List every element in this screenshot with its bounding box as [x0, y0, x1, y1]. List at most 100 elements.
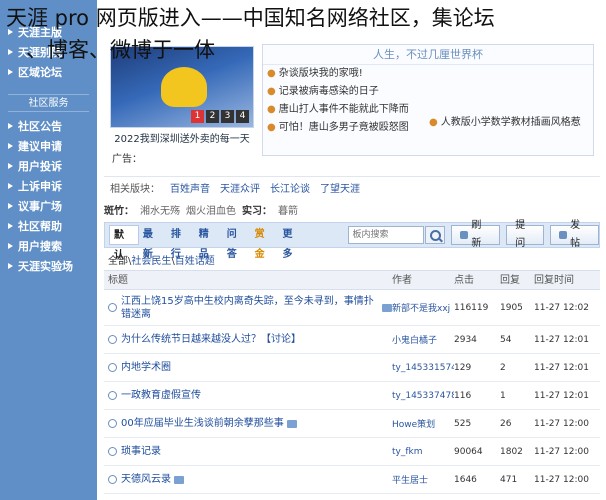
thread-replies: 26 [500, 418, 512, 429]
arrow-icon [8, 203, 13, 209]
table-row[interactable]: 内地学术圈 ty_145331574 129 2 11-27 12:01 [104, 354, 600, 382]
thread-clicks: 525 [454, 418, 472, 429]
thread-title[interactable]: 江西上饶15岁高中生校内离奇失踪，至今未寻到，事情扑错迷离 [121, 295, 379, 321]
bullet-icon: ● [429, 117, 438, 128]
sidebar-item-label: 用户投诉 [18, 160, 62, 173]
post-button[interactable]: 发帖 [550, 220, 600, 249]
arrow-icon [8, 263, 13, 269]
tab-ranking[interactable]: 排行 [167, 225, 195, 260]
ask-button[interactable]: 提问 [506, 220, 545, 249]
arrow-icon [8, 69, 13, 75]
sidebar-item-lab[interactable]: 天涯实验场 [0, 256, 97, 276]
banner-pager: 1 2 3 4 [191, 110, 249, 123]
table-row[interactable]: 琐事记录 ty_fkm 90064 1802 11-27 12:00 [104, 438, 600, 466]
row-title-cell: 一政教育虚假宣传 [104, 389, 392, 402]
thread-clicks: 129 [454, 362, 472, 373]
sidebar-item-label: 天涯实验场 [18, 260, 73, 273]
table-row[interactable]: 江西上饶15岁高中生校内离奇失踪，至今未寻到，事情扑错迷离 新部不是我xxj 1… [104, 290, 600, 326]
sidebar-item-announcement[interactable]: 社区公告 [0, 116, 97, 136]
banner-page-4[interactable]: 4 [236, 110, 249, 123]
related-link[interactable]: 百姓声音 [170, 180, 210, 195]
table-row[interactable]: 为什么传统节日越来越没人过？【讨论】 小鬼白橘子 2934 54 11-27 1… [104, 326, 600, 354]
moderator-name[interactable]: 湘水无殇 [140, 202, 180, 217]
column-title: 标题 [108, 275, 128, 286]
breadcrumb: 全部\社会民生\百姓话题 [108, 252, 215, 267]
search-icon[interactable] [425, 226, 446, 244]
thread-icon [108, 391, 117, 400]
sidebar-item-complaint[interactable]: 用户投诉 [0, 156, 97, 176]
sidebar-item-help[interactable]: 社区帮助 [0, 216, 97, 236]
thread-reply-time: 11-27 12:01 [534, 334, 589, 345]
thread-title[interactable]: 为什么传统节日越来越没人过？【讨论】 [121, 333, 301, 346]
thread-reply-time: 11-27 12:01 [534, 362, 589, 373]
news-item-text: 可怕！唐山多男子竟被殴怒图 [278, 122, 409, 133]
thread-title[interactable]: 00年应届毕业生浅谈前朝余孽那些事 [121, 417, 284, 430]
refresh-icon [460, 231, 469, 239]
tab-latest[interactable]: 最新 [139, 225, 167, 260]
breadcrumb-all[interactable]: 全部 [108, 256, 128, 267]
thread-author[interactable]: 小鬼白橘子 [392, 333, 454, 346]
news-item-right[interactable]: ● 人教版小学数学教材插画风格惹 [429, 113, 581, 128]
overlay-headline-line2: 、博客、微博于一体 [26, 38, 215, 62]
board-search-input[interactable] [348, 226, 425, 244]
thread-replies: 1 [500, 390, 506, 401]
news-item-text: 唐山打人事件不能就此下降而 [278, 104, 409, 115]
table-row[interactable]: 00年应届毕业生浅谈前朝余孽那些事 Howe策划 525 26 11-27 12… [104, 410, 600, 438]
tab-default[interactable]: 默认 [109, 225, 139, 261]
thread-title[interactable]: 一政教育虚假宣传 [121, 389, 201, 402]
related-link[interactable]: 天涯众评 [220, 180, 260, 195]
table-row[interactable]: 天德风云录 平生居士 1646 471 11-27 12:00 [104, 466, 600, 494]
thread-replies: 2 [500, 362, 506, 373]
thread-author[interactable]: 平生居士 [392, 473, 454, 486]
thread-title[interactable]: 内地学术圈 [121, 361, 171, 374]
tab-more[interactable]: 更多 [279, 225, 307, 260]
sidebar-item-label: 建议申请 [18, 140, 62, 153]
sidebar-item-appeal[interactable]: 上诉申诉 [0, 176, 97, 196]
thread-title[interactable]: 天德风云录 [121, 473, 171, 486]
thread-icon [108, 419, 117, 428]
banner-caption[interactable]: 2022我到深圳送外卖的每一天 [110, 130, 254, 145]
row-title-cell: 江西上饶15岁高中生校内离奇失踪，至今未寻到，事情扑错迷离 [104, 295, 392, 321]
intern-label: 实习： [242, 205, 272, 217]
image-icon [286, 419, 297, 428]
sidebar-item-user-search[interactable]: 用户搜索 [0, 236, 97, 256]
column-replies: 回复 [500, 275, 520, 286]
moderator-name[interactable]: 烟火泪血色 [186, 202, 236, 217]
bullet-icon: ● [267, 86, 276, 97]
sidebar-item-label: 用户搜索 [18, 240, 62, 253]
tab-qa[interactable]: 问答 [223, 225, 251, 260]
table-header: 标题 作者 点击 回复 回复时间 [104, 270, 600, 290]
thread-reply-time: 11-27 12:00 [534, 474, 589, 485]
related-link[interactable]: 长江论谈 [270, 180, 310, 195]
tab-bounty[interactable]: 赏金 [251, 225, 279, 260]
thread-author[interactable]: ty_145337478 [392, 391, 454, 401]
sidebar-item-suggestion[interactable]: 建议申请 [0, 136, 97, 156]
banner-page-2[interactable]: 2 [206, 110, 219, 123]
breadcrumb-category[interactable]: 社会民生 [131, 256, 171, 267]
moderator-label: 斑竹： [104, 205, 134, 217]
news-item[interactable]: ● 杂谈版块我的家哦! [263, 65, 593, 83]
intern-name[interactable]: 暮箭 [278, 202, 298, 217]
row-title-cell: 琐事记录 [104, 445, 392, 458]
refresh-button[interactable]: 刷新 [451, 220, 501, 249]
thread-icon [108, 447, 117, 456]
row-title-cell: 为什么传统节日越来越没人过？【讨论】 [104, 333, 392, 346]
sidebar-item-discussion-square[interactable]: 议事广场 [0, 196, 97, 216]
thread-clicks: 2934 [454, 334, 477, 345]
news-item[interactable]: ● 记录被病毒感染的日子 [263, 83, 593, 101]
related-label: 相关版块： [110, 184, 160, 195]
table-row[interactable]: 一政教育虚假宣传 ty_145337478 116 1 11-27 12:01 [104, 382, 600, 410]
thread-author[interactable]: ty_fkm [392, 447, 454, 457]
breadcrumb-category[interactable]: 百姓话题 [175, 256, 215, 267]
banner-page-1[interactable]: 1 [191, 110, 204, 123]
tab-featured[interactable]: 精品 [195, 225, 223, 260]
news-item-text: 记录被病毒感染的日子 [278, 86, 379, 97]
thread-author[interactable]: ty_145331574 [392, 363, 454, 373]
banner-page-3[interactable]: 3 [221, 110, 234, 123]
thread-author[interactable]: 新部不是我xxj [392, 301, 454, 314]
thread-title[interactable]: 琐事记录 [121, 445, 161, 458]
tabs-toolbar: 默认 最新 排行 精品 问答 赏金 更多 刷新 提问 发帖 [104, 220, 600, 261]
thread-table: 标题 作者 点击 回复 回复时间 江西上饶15岁高中生校内离奇失踪，至今未寻到，… [104, 270, 600, 494]
related-link[interactable]: 了望天涯 [320, 180, 360, 195]
thread-author[interactable]: Howe策划 [392, 417, 454, 430]
